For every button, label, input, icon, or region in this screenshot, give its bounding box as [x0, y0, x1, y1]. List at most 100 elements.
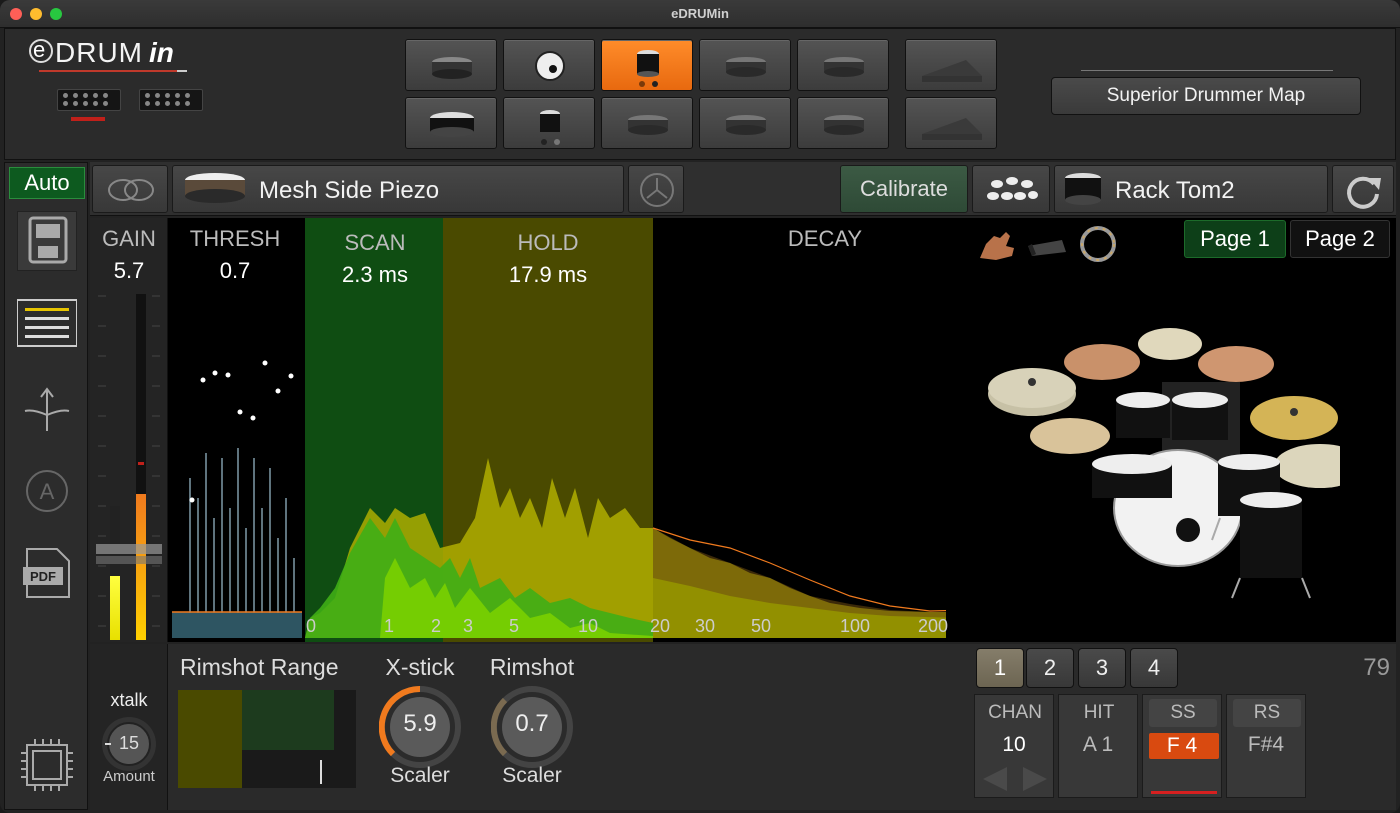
- input-type-label: Mesh Side Piezo: [259, 177, 440, 204]
- pad-9-tom[interactable]: [601, 97, 693, 149]
- scan-label: SCAN: [344, 230, 406, 255]
- pad-toolbar: Mesh Side Piezo Calibrate Rack Tom2: [90, 162, 1396, 216]
- tick-200: 200: [918, 616, 949, 636]
- xstick-label: X-stick: [385, 654, 455, 680]
- ss-activity-bar: [1151, 791, 1217, 794]
- tick-50: 50: [751, 616, 772, 636]
- chan-box[interactable]: CHAN 10: [974, 694, 1054, 798]
- pad-2-kick[interactable]: [503, 39, 595, 91]
- pad-6-pedal[interactable]: [905, 39, 997, 91]
- page-2-button[interactable]: Page 2: [1290, 220, 1390, 258]
- china-cymbal: [1064, 344, 1140, 380]
- chan-prev-icon: [983, 767, 1007, 791]
- hand-icon: [980, 232, 1014, 260]
- chan-label: CHAN: [988, 702, 1042, 723]
- pad-5-tom[interactable]: [797, 39, 889, 91]
- rimshot-range-graph[interactable]: [178, 690, 356, 788]
- hit-dots: [189, 360, 294, 503]
- rs-label: RS: [1233, 699, 1301, 727]
- pad-1-snare[interactable]: [405, 39, 497, 91]
- pad-8-tom[interactable]: [503, 97, 595, 149]
- pad-12-pedal[interactable]: [905, 97, 997, 149]
- layer-1-button[interactable]: 1: [976, 648, 1024, 688]
- rs-box[interactable]: RS F#4: [1226, 694, 1306, 798]
- app-window: eDRUMin e DRUM in Superior Drummer Map A…: [0, 0, 1400, 813]
- rack-tom-icon: [1065, 173, 1101, 205]
- thresh-label: THRESH: [189, 226, 281, 251]
- auto-button[interactable]: Auto: [9, 167, 85, 199]
- svg-text:PDF: PDF: [30, 569, 56, 584]
- pdf-icon[interactable]: PDF: [17, 543, 77, 603]
- instrument-selector[interactable]: Rack Tom2: [1054, 165, 1328, 213]
- gain-meter[interactable]: [90, 286, 168, 646]
- time-axis: 0 1 2 3 5 10 20 30 50 100 200: [300, 616, 980, 640]
- threshold-bar: [172, 612, 302, 638]
- calibrate-button[interactable]: Calibrate: [840, 165, 968, 213]
- tick-0: 0: [306, 616, 317, 636]
- pad-4-tom[interactable]: [699, 39, 791, 91]
- kit-layout-button[interactable]: [972, 165, 1050, 213]
- window-title: eDRUMin: [671, 6, 729, 21]
- decay-label[interactable]: DECAY: [750, 226, 900, 252]
- hold-value[interactable]: 17.9 ms: [470, 262, 626, 288]
- mesh-drum-icon: [185, 173, 245, 203]
- thresh-value[interactable]: 0.7: [180, 258, 290, 284]
- logo-e: e: [33, 37, 46, 62]
- gain-value[interactable]: 5.7: [90, 258, 168, 284]
- crash-far-right: [1274, 444, 1340, 488]
- pad-10-tom[interactable]: [699, 97, 791, 149]
- chan-arrows[interactable]: [975, 765, 1055, 795]
- logo-drum: DRUM: [55, 37, 143, 68]
- scan-value[interactable]: 2.3 ms: [310, 262, 440, 288]
- save-icon[interactable]: [17, 211, 77, 271]
- refresh-icon: [1347, 176, 1381, 209]
- signal-view: GAIN 5.7 THRESH 0.7 SCAN 2.3 ms HOLD 17.…: [90, 218, 1396, 642]
- articulation-icons[interactable]: [976, 222, 1126, 266]
- automap-icon[interactable]: A: [17, 461, 77, 521]
- yamaha-preset-button[interactable]: [628, 165, 684, 213]
- chip-icon[interactable]: [17, 735, 77, 795]
- drum-kit-image[interactable]: [980, 318, 1340, 608]
- pad-7-snare[interactable]: [405, 97, 497, 149]
- link-pads-button[interactable]: [92, 165, 168, 213]
- input-type-selector[interactable]: Mesh Side Piezo: [172, 165, 624, 213]
- ride: [1250, 396, 1338, 440]
- input-port-1[interactable]: [57, 89, 121, 111]
- superior-drummer-map-button[interactable]: Superior Drummer Map: [1051, 77, 1361, 115]
- page-1-button[interactable]: Page 1: [1184, 220, 1286, 258]
- refresh-button[interactable]: [1332, 165, 1394, 213]
- input-port-2[interactable]: [139, 89, 203, 111]
- link-rings-icon: [108, 179, 154, 201]
- layer-2-button[interactable]: 2: [1026, 648, 1074, 688]
- instrument-label: Rack Tom2: [1115, 177, 1235, 204]
- cowbell-icon: [1028, 240, 1066, 256]
- hold-label: HOLD: [517, 230, 579, 255]
- xtalk-value: 15: [118, 733, 140, 753]
- hihat: [1030, 418, 1110, 454]
- list-view-icon[interactable]: [16, 297, 78, 357]
- routing-arrows-icon[interactable]: [17, 379, 77, 439]
- tick-20: 20: [650, 616, 671, 636]
- ss-box[interactable]: SS F 4: [1142, 694, 1222, 798]
- logo-in: in: [149, 37, 174, 68]
- tick-3: 3: [463, 616, 474, 636]
- rimshot-range-label: Rimshot Range: [180, 654, 339, 680]
- xtalk-label: xtalk: [110, 690, 148, 710]
- chan-next-icon: [1023, 767, 1047, 791]
- tick-100: 100: [840, 616, 871, 636]
- pad-selector-bar: e DRUM in Superior Drummer Map: [4, 28, 1396, 160]
- layer-4-button[interactable]: 4: [1130, 648, 1178, 688]
- layer-3-button[interactable]: 3: [1078, 648, 1126, 688]
- rimshot-range-marker: [320, 760, 322, 784]
- ss-value: F 4: [1166, 734, 1198, 757]
- pad-3-tom-selected[interactable]: [601, 39, 693, 91]
- tick-10: 10: [578, 616, 599, 636]
- map-divider: [1081, 70, 1333, 71]
- rimshot-value: 0.7: [515, 710, 549, 737]
- snare: [1092, 454, 1172, 474]
- pad-11-tom[interactable]: [797, 97, 889, 149]
- tick-1: 1: [384, 616, 395, 636]
- hit-box[interactable]: HIT A 1: [1058, 694, 1138, 798]
- bottom-panel: xtalk 15 Amount Rimshot Range X-stick 5.…: [90, 644, 1396, 810]
- tick-2: 2: [431, 616, 442, 636]
